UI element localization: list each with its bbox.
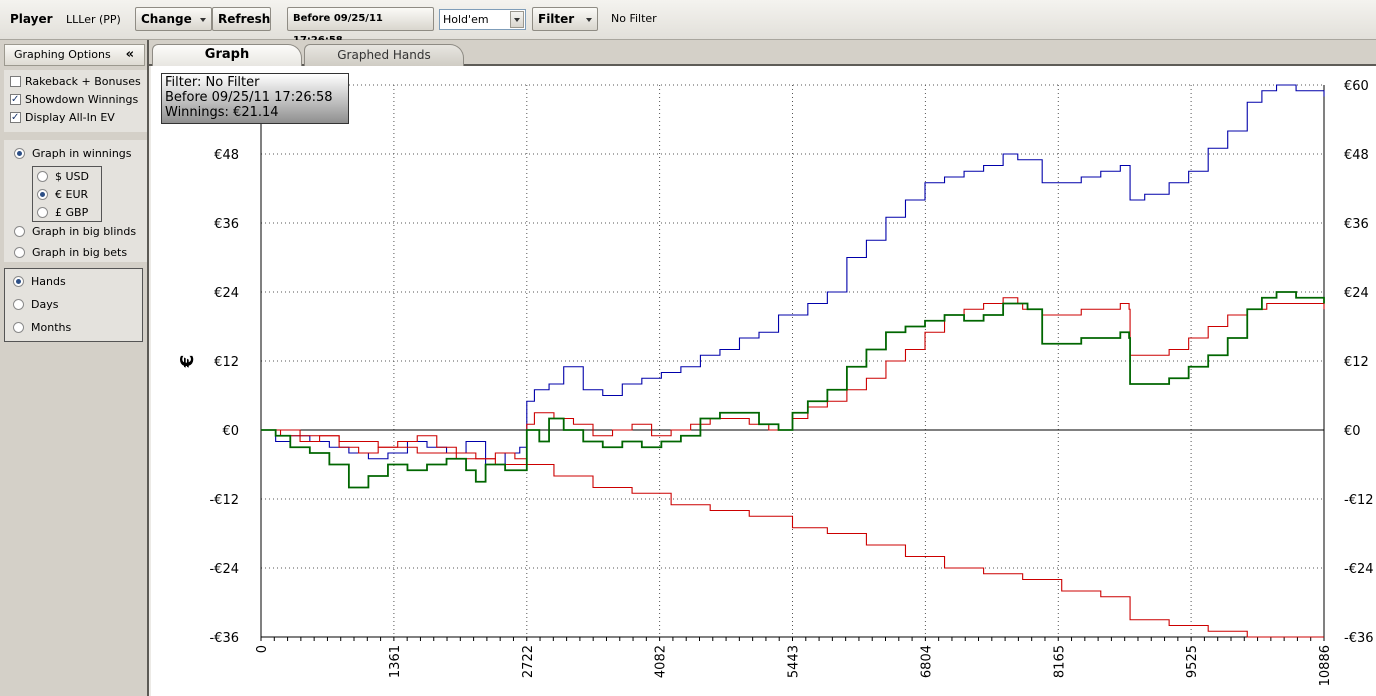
graphing-options-title: Graphing Options bbox=[14, 48, 111, 61]
info-date-line: Before 09/25/11 17:26:58 bbox=[165, 90, 333, 105]
filter-button-label: Filter bbox=[538, 12, 575, 26]
game-type-value: Hold'em bbox=[443, 13, 489, 26]
collapse-icon[interactable]: « bbox=[126, 45, 134, 65]
x-tick-label: 5443 bbox=[787, 645, 802, 678]
graphing-options-header[interactable]: Graphing Options « bbox=[4, 44, 145, 66]
change-button[interactable]: Change bbox=[135, 7, 212, 31]
graph-winnings-radio[interactable] bbox=[14, 148, 25, 159]
y-tick-label-right: -€36 bbox=[1344, 631, 1374, 646]
y-tick-label-left: €36 bbox=[214, 217, 239, 232]
graph-big-bets-radio[interactable] bbox=[14, 247, 25, 258]
y-tick-label-right: €36 bbox=[1344, 217, 1369, 232]
graph-winnings-label: Graph in winnings bbox=[32, 147, 132, 160]
graph-big-blinds-label: Graph in big blinds bbox=[32, 225, 137, 238]
x-axis-units-group: Hands Days Months bbox=[4, 268, 143, 342]
y-tick-label-right: €12 bbox=[1344, 355, 1369, 370]
graph-big-bets-label: Graph in big bets bbox=[32, 246, 128, 259]
info-winnings-line: Winnings: €21.14 bbox=[165, 105, 279, 120]
graph-info-box: Filter: No Filter Before 09/25/11 17:26:… bbox=[161, 73, 349, 124]
showdown-label: Showdown Winnings bbox=[25, 93, 139, 106]
y-tick-label-right: €60 bbox=[1344, 79, 1369, 94]
x-tick-label: 0 bbox=[255, 645, 270, 653]
currency-group: $ USD € EUR £ GBP bbox=[32, 166, 102, 222]
x-tick-label: 4082 bbox=[654, 645, 669, 678]
game-type-select[interactable]: Hold'em bbox=[439, 9, 526, 30]
filter-status: No Filter bbox=[611, 12, 657, 25]
graphing-options-panel: Graphing Options « Rakeback + Bonuses Sh… bbox=[0, 40, 149, 696]
x-units-days-radio[interactable] bbox=[13, 299, 24, 310]
player-name: LLLer (PP) bbox=[66, 13, 121, 26]
y-tick-label-right: €48 bbox=[1344, 148, 1369, 163]
y-axis-label: € bbox=[177, 355, 198, 369]
currency-usd-radio[interactable] bbox=[37, 171, 48, 182]
currency-gbp-label: £ GBP bbox=[55, 206, 89, 219]
currency-eur-radio[interactable] bbox=[37, 189, 48, 200]
x-tick-label: 2722 bbox=[521, 645, 536, 678]
currency-gbp-radio[interactable] bbox=[37, 207, 48, 218]
date-range-button[interactable]: Before 09/25/11 17:26:58 bbox=[287, 7, 434, 46]
y-tick-label-left: €12 bbox=[214, 355, 239, 370]
filter-button[interactable]: Filter bbox=[532, 7, 598, 31]
allin-ev-label: Display All-In EV bbox=[25, 111, 115, 124]
y-tick-label-left: €0 bbox=[222, 424, 239, 439]
x-tick-label: 6804 bbox=[919, 645, 934, 678]
x-units-days-label: Days bbox=[31, 298, 59, 311]
x-units-months-radio[interactable] bbox=[13, 322, 24, 333]
currency-usd-label: $ USD bbox=[55, 170, 89, 183]
player-label: Player bbox=[10, 12, 53, 26]
graph-big-blinds-radio[interactable] bbox=[14, 226, 25, 237]
tab-graphed-hands[interactable]: Graphed Hands bbox=[304, 44, 464, 66]
rakeback-checkbox[interactable] bbox=[10, 76, 21, 87]
y-tick-label-left: €48 bbox=[214, 148, 239, 163]
info-filter-line: Filter: No Filter bbox=[165, 75, 260, 90]
x-tick-label: 1361 bbox=[388, 645, 403, 678]
y-tick-label-left: -€36 bbox=[209, 631, 239, 646]
y-tick-label-right: -€12 bbox=[1344, 493, 1374, 508]
currency-eur-label: € EUR bbox=[55, 188, 89, 201]
y-tick-label-right: €24 bbox=[1344, 286, 1369, 301]
x-units-hands-label: Hands bbox=[31, 275, 66, 288]
y-tick-label-right: -€24 bbox=[1344, 562, 1374, 577]
refresh-button[interactable]: Refresh bbox=[212, 7, 271, 31]
x-units-months-label: Months bbox=[31, 321, 72, 334]
x-tick-label: 9525 bbox=[1185, 645, 1200, 678]
y-tick-label-left: €24 bbox=[214, 286, 239, 301]
change-button-label: Change bbox=[141, 12, 192, 26]
display-options-group: Rakeback + Bonuses Showdown Winnings Dis… bbox=[4, 70, 147, 132]
chevron-down-icon bbox=[200, 18, 206, 22]
tab-bar: Graph Graphed Hands bbox=[149, 40, 1376, 66]
x-tick-label: 8165 bbox=[1052, 645, 1067, 678]
graph-area: -€36 -€36 -€24 -€24 -€12 -€12 €0 €0 €12 €12 €24 €24… bbox=[151, 66, 1376, 696]
y-tick-label-left: -€12 bbox=[209, 493, 239, 508]
showdown-checkbox[interactable] bbox=[10, 92, 21, 108]
x-tick-label: 10886 bbox=[1318, 645, 1333, 686]
rakeback-label: Rakeback + Bonuses bbox=[25, 75, 141, 88]
top-toolbar: Player LLLer (PP) Change Refresh Before … bbox=[0, 0, 1376, 46]
winnings-chart: -€36 -€36 -€24 -€24 -€12 -€12 €0 €0 €12 €12 €24 €24… bbox=[177, 79, 1374, 686]
tab-graph[interactable]: Graph bbox=[152, 44, 302, 66]
chevron-down-icon bbox=[586, 18, 592, 22]
y-tick-label-left: -€24 bbox=[209, 562, 239, 577]
chevron-down-icon[interactable] bbox=[510, 11, 524, 28]
y-tick-label-right: €0 bbox=[1344, 424, 1361, 439]
graph-units-group: Graph in winnings $ USD € EUR £ GBP Grap… bbox=[4, 140, 147, 262]
allin-ev-checkbox[interactable] bbox=[10, 110, 21, 126]
x-units-hands-radio[interactable] bbox=[13, 276, 24, 287]
